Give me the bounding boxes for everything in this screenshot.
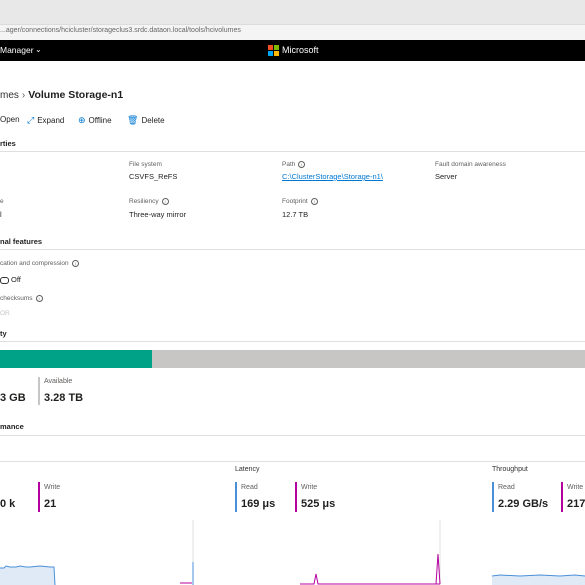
optional-features-section-title: nal features	[0, 237, 43, 246]
info-icon[interactable]: i	[35, 295, 43, 302]
write-indicator	[38, 482, 40, 512]
latency-write-value: 525 μs	[301, 498, 336, 510]
path-link[interactable]: C:\ClusterStorage\Storage-n1\	[282, 172, 383, 181]
read-indicator	[235, 482, 237, 512]
browser-tab-strip	[0, 0, 585, 24]
trash-icon: 🗑	[127, 115, 139, 125]
iops-read-value: 0 k	[0, 498, 16, 510]
breadcrumb-parent[interactable]: mes	[0, 90, 19, 101]
file-system-label: File system	[129, 161, 162, 168]
read-indicator	[492, 482, 494, 512]
dedup-label: cation and compression	[0, 260, 69, 268]
delete-button[interactable]: 🗑 Delete	[127, 115, 165, 126]
open-button[interactable]: Open	[0, 115, 20, 124]
microsoft-brand: Microsoft	[282, 44, 319, 55]
dedup-label-wrap: cation and compression i	[0, 260, 79, 267]
throughput-read-label: Read	[498, 484, 515, 491]
available-value: 3.28 TB	[44, 392, 84, 404]
throughput-write-label: Write	[567, 484, 584, 491]
throughput-read-area	[492, 575, 585, 585]
divider	[0, 461, 585, 462]
offline-icon: ⊕	[78, 115, 86, 125]
type-value: l	[0, 210, 2, 219]
performance-section-title: mance	[0, 422, 24, 431]
latency-write-spike	[435, 553, 441, 585]
capacity-free-bar	[152, 350, 585, 368]
dedup-value: Off	[0, 275, 21, 284]
microsoft-logo-icon	[268, 45, 279, 56]
divider	[0, 341, 585, 342]
delete-label: Delete	[141, 116, 165, 125]
fault-domain-value: Server	[435, 172, 458, 181]
chevron-down-icon[interactable]: ⌄	[35, 45, 42, 54]
checksums-label: checksums	[0, 295, 33, 303]
url-text: ...ager/connections/hcicluster/storagecl…	[0, 27, 241, 34]
throughput-write-value: 217	[567, 498, 585, 510]
fault-domain-label: Fault domain awareness	[435, 161, 506, 168]
latency-read-value: 169 μs	[241, 498, 276, 510]
available-indicator	[38, 377, 40, 405]
iops-write-label: Write	[44, 484, 61, 491]
info-icon[interactable]: i	[161, 198, 169, 205]
resiliency-label-wrap: Resiliency i	[129, 198, 169, 205]
chevron-right-icon: ›	[21, 90, 26, 101]
expand-icon: ⤢	[27, 115, 35, 125]
type-label: e	[0, 198, 4, 205]
properties-section-title: rties	[0, 139, 16, 148]
throughput-read-value: 2.29 GB/s	[498, 498, 549, 510]
iops-write-value: 21	[44, 498, 57, 510]
app-title[interactable]: Manager	[0, 45, 34, 55]
write-indicator	[295, 482, 297, 512]
info-icon[interactable]: i	[71, 260, 79, 267]
path-label: Path	[282, 161, 296, 169]
resiliency-label: Resiliency	[129, 198, 159, 206]
resiliency-value: Three-way mirror	[129, 210, 187, 219]
offline-button[interactable]: ⊕ Offline	[78, 115, 112, 126]
divider	[0, 151, 585, 152]
info-icon[interactable]: i	[298, 161, 306, 168]
divider	[0, 435, 585, 436]
page-title: Volume Storage-n1	[28, 89, 124, 101]
info-icon[interactable]: i	[310, 198, 318, 205]
toggle-icon[interactable]	[0, 276, 9, 284]
footprint-label: Footprint	[282, 198, 308, 206]
available-label: Available	[44, 378, 73, 385]
checksums-value: OR	[0, 310, 10, 317]
latency-title: Latency	[235, 466, 260, 473]
capacity-section-title: ty	[0, 329, 7, 338]
expand-button[interactable]: ⤢ Expand	[27, 115, 64, 126]
expand-label: Expand	[37, 116, 65, 125]
dedup-state: Off	[11, 275, 21, 284]
checksums-label-wrap: checksums i	[0, 295, 43, 302]
throughput-title: Throughput	[492, 466, 528, 473]
write-indicator	[561, 482, 563, 512]
capacity-used-value: 3 GB	[0, 392, 26, 404]
app-header: Manager ⌄ Microsoft	[0, 40, 585, 61]
open-label: Open	[0, 115, 20, 124]
divider	[0, 249, 585, 250]
offline-label: Offline	[88, 116, 112, 125]
file-system-value: CSVFS_ReFS	[129, 172, 178, 181]
breadcrumb: mes › Volume Storage-n1	[0, 89, 123, 101]
performance-charts	[0, 520, 585, 585]
capacity-used-bar	[0, 350, 152, 368]
latency-read-label: Read	[241, 484, 258, 491]
footprint-value: 12.7 TB	[282, 210, 309, 219]
iops-read-area	[0, 566, 55, 585]
path-label-wrap: Path i	[282, 161, 306, 169]
latency-write-line	[300, 573, 440, 585]
footprint-label-wrap: Footprint i	[282, 198, 318, 205]
latency-write-label: Write	[301, 484, 318, 491]
